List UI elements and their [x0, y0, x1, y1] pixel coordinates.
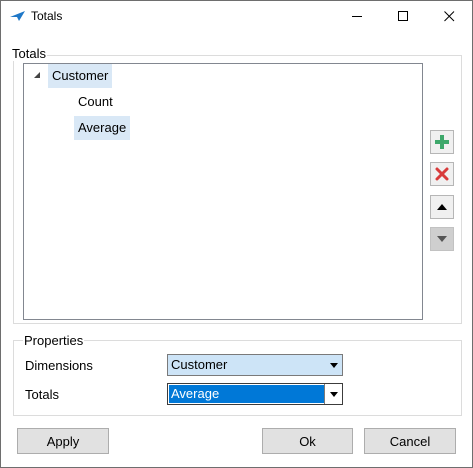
properties-group-label: Properties — [23, 333, 85, 348]
totals-tree[interactable]: Customer Count Average — [23, 63, 423, 320]
totals-dialog: Totals Totals Customer Count Average Pro… — [0, 0, 473, 468]
move-up-button[interactable] — [430, 195, 454, 219]
up-arrow-icon — [437, 204, 447, 210]
dimensions-select[interactable]: Customer — [167, 354, 343, 376]
plus-icon — [435, 135, 449, 149]
chevron-down-icon — [329, 362, 338, 368]
ok-button[interactable]: Ok — [262, 428, 353, 454]
add-total-button[interactable] — [430, 130, 454, 154]
dimensions-label: Dimensions — [25, 358, 93, 373]
chevron-down-icon — [329, 391, 338, 397]
tree-node-average[interactable]: Average — [74, 116, 131, 140]
tree-node-customer[interactable]: Customer — [48, 64, 113, 88]
down-arrow-icon — [437, 236, 447, 242]
totals-dropdown-button[interactable] — [324, 384, 342, 404]
title-bar: Totals — [1, 1, 472, 32]
minimize-icon — [351, 16, 362, 17]
maximize-icon — [397, 11, 408, 21]
cancel-button[interactable]: Cancel — [364, 428, 456, 454]
move-down-button[interactable] — [430, 227, 454, 251]
minimize-button[interactable] — [334, 1, 380, 32]
expand-triangle-icon[interactable] — [33, 71, 41, 79]
totals-select-value: Average — [169, 385, 324, 403]
totals-group-label: Totals — [11, 46, 47, 61]
totals-select[interactable]: Average — [167, 383, 343, 405]
maximize-button[interactable] — [380, 1, 426, 32]
x-icon — [435, 167, 449, 181]
dimensions-dropdown-button[interactable] — [325, 355, 342, 375]
tree-node-count[interactable]: Count — [74, 90, 117, 114]
window-title: Totals — [31, 9, 63, 23]
close-button[interactable] — [426, 1, 472, 32]
apply-button[interactable]: Apply — [17, 428, 109, 454]
totals-label: Totals — [25, 387, 59, 402]
dimensions-select-value: Customer — [171, 357, 228, 372]
remove-total-button[interactable] — [430, 162, 454, 186]
arrow-app-icon — [10, 11, 25, 21]
close-icon — [443, 11, 454, 22]
